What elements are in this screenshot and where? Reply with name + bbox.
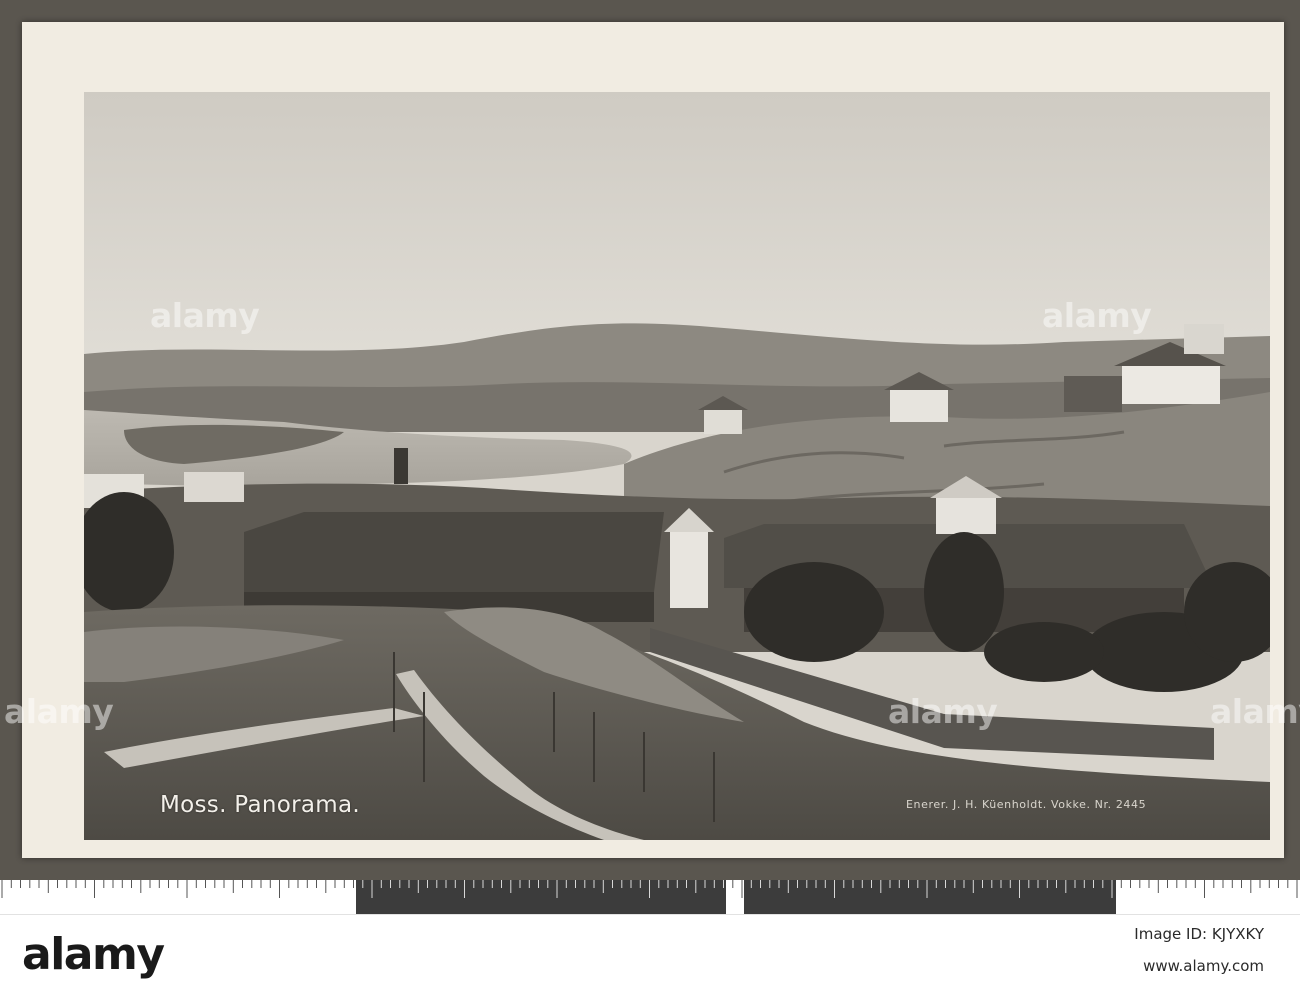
watermark-logo: alamy xyxy=(4,692,114,731)
site-url[interactable]: www.alamy.com xyxy=(1143,957,1264,975)
ruler-ticks xyxy=(0,880,1300,914)
scale-ruler xyxy=(0,880,1300,914)
watermark-logo: alamy xyxy=(888,692,998,731)
panorama-scene xyxy=(84,92,1270,840)
postcard: Moss. Panorama. Enerer. J. H. Küenholdt.… xyxy=(22,22,1284,858)
alamy-logo[interactable]: alamy xyxy=(22,929,165,980)
publisher-imprint: Enerer. J. H. Küenholdt. Vokke. Nr. 2445 xyxy=(906,798,1147,811)
ruler-dark-segment xyxy=(356,880,726,914)
ruler-dark-segment xyxy=(744,880,1116,914)
watermark-logo: alamy xyxy=(1210,692,1300,731)
image-id: Image ID: KJYXKY xyxy=(1134,925,1264,943)
stock-footer: alamy Image ID: KJYXKY www.alamy.com xyxy=(0,914,1300,1004)
watermark-logo: alamy xyxy=(1042,296,1152,335)
watermark-logo: alamy xyxy=(150,296,260,335)
panorama-photo: Moss. Panorama. Enerer. J. H. Küenholdt.… xyxy=(84,92,1270,840)
postcard-caption: Moss. Panorama. xyxy=(160,792,360,818)
